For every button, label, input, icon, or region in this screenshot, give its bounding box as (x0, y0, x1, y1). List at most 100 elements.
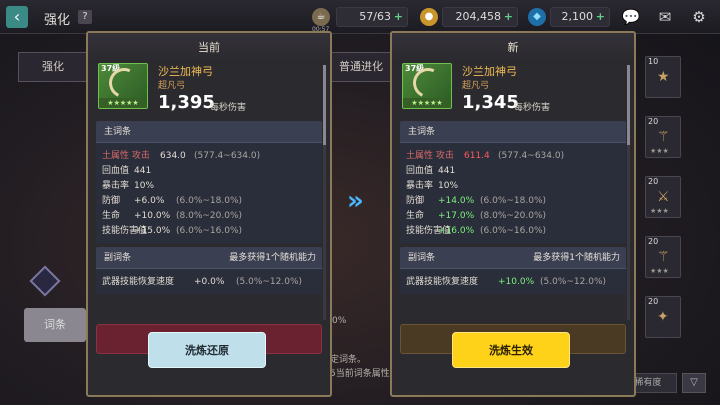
stat-value: 441 (134, 166, 152, 176)
item-dps: 1,395 (158, 92, 215, 113)
add-gem-icon[interactable]: + (596, 8, 605, 26)
sub-stats-section: 副词条 最多获得1个随机能力 武器技能恢复速度 +0.0% (5.0%~12.0%) (96, 247, 322, 294)
inventory-slot[interactable]: 10 ★ (645, 56, 681, 98)
stat-value: +10.0% (134, 211, 171, 221)
item-name: 沙兰加神弓 (158, 65, 213, 78)
current-stats-panel: 当前 37级 ★★★★★ 沙兰加神弓 超凡弓 1,395 每秒伤害 主词条 土属… (86, 31, 332, 397)
stat-range: (577.4~634.0) (498, 151, 565, 161)
stat-value: +10.0% (498, 277, 535, 287)
gold-value: 204,458 (455, 10, 502, 23)
stat-range: (577.4~634.0) (194, 151, 261, 161)
bg-tab-enhance[interactable]: 强化 (18, 52, 88, 82)
inventory-slot[interactable]: 20 ⚚ ★★★ (645, 116, 681, 158)
help-button[interactable]: ? (78, 10, 92, 24)
stat-name: 回血值 (102, 166, 130, 176)
inventory-slot[interactable]: 20 ⚚ ★★★ (645, 236, 681, 278)
stat-value: +14.0% (438, 196, 475, 206)
add-gold-icon[interactable]: + (504, 8, 513, 26)
stat-value: +6.0% (134, 196, 165, 206)
stat-value: +16.0% (438, 226, 475, 236)
apply-button[interactable]: 洗炼生效 (452, 332, 570, 368)
slot-stars: ★★★ (650, 147, 669, 155)
stat-name: 武器技能恢复速度 (102, 277, 175, 287)
scrollbar[interactable] (323, 65, 326, 320)
bow-item-icon: 37级 ★★★★★ (402, 63, 452, 109)
stat-row: 武器技能恢复速度 +10.0% (5.0%~12.0%) (406, 275, 626, 290)
chat-icon[interactable]: 💬 (620, 7, 642, 27)
stat-row: 防御 +6.0% (6.0%~18.0%) (102, 194, 322, 209)
stat-name: 生命 (102, 211, 121, 221)
stats-scroll-area[interactable]: 37级 ★★★★★ 沙兰加神弓 超凡弓 1,345 每秒伤害 主词条 土属性 攻… (400, 63, 626, 321)
slot-stars: ★★★ (650, 207, 669, 215)
stat-row: 回血值 441 (406, 164, 626, 179)
item-icon: ⚚ (657, 249, 670, 265)
stat-range: (5.0%~12.0%) (236, 277, 303, 287)
main-stats-list: 土属性 攻击 611.4 (577.4~634.0) 回血值 441 暴击率 10% 防御 +1… (400, 143, 626, 243)
gem-value: 2,100 (561, 10, 594, 23)
panel-title: 当前 (88, 33, 330, 63)
scrollbar-thumb[interactable] (627, 65, 630, 145)
back-button[interactable]: ‹ (6, 6, 28, 28)
stat-range: (6.0%~16.0%) (480, 226, 547, 236)
item-icon: ✦ (657, 309, 669, 325)
stat-row: 回血值 441 (102, 164, 322, 179)
stat-value: 634.0 (160, 151, 186, 161)
bg-hint-pct: 0% (332, 316, 347, 326)
stat-name: 武器技能恢复速度 (406, 277, 479, 287)
mail-icon[interactable]: ✉ (654, 7, 676, 27)
slot-level: 20 (648, 297, 659, 306)
settings-gear-icon[interactable]: ⚙ (688, 7, 710, 27)
section-title: 副词条 最多获得1个随机能力 (400, 247, 626, 269)
item-dps: 1,345 (462, 92, 519, 113)
stamina-counter[interactable]: 57/63 + (336, 7, 408, 27)
item-name: 沙兰加神弓 (462, 65, 517, 78)
stat-range: (5.0%~12.0%) (540, 277, 607, 287)
stat-name: 土属性 攻击 (102, 151, 150, 161)
stat-value: +15.0% (134, 226, 171, 236)
slot-stars: ★★★ (650, 267, 669, 275)
sub-stats-list: 武器技能恢复速度 +0.0% (5.0%~12.0%) (96, 269, 322, 294)
slot-level: 20 (648, 117, 659, 126)
stat-value: 10% (438, 181, 459, 191)
stamina-value: 57/63 (359, 10, 391, 23)
main-stats-section: 主词条 土属性 攻击 634.0 (577.4~634.0) 回血值 441 暴击率 10%… (96, 121, 322, 243)
stat-range: (6.0%~16.0%) (176, 226, 243, 236)
gem-icon: ◆ (528, 8, 546, 26)
gold-counter[interactable]: 204,458 + (442, 7, 518, 27)
stat-row: 暴击率 10% (102, 179, 322, 194)
inventory-slot[interactable]: 20 ⚔ ★★★ (645, 176, 681, 218)
stat-row: 防御 +14.0% (6.0%~18.0%) (406, 194, 626, 209)
inventory-slot[interactable]: 20 ✦ (645, 296, 681, 338)
stat-name: 暴击率 (406, 181, 434, 191)
stat-name: 土属性 攻击 (406, 151, 454, 161)
add-stamina-icon[interactable]: + (394, 8, 403, 26)
top-bar: ‹ 强化 ? ☕ 57/63 + 00:57 ● 204,458 + ◆ 2,1… (0, 0, 720, 34)
stat-value: +17.0% (438, 211, 475, 221)
main-stats-list: 土属性 攻击 634.0 (577.4~634.0) 回血值 441 暴击率 10% 防御 +6… (96, 143, 322, 243)
bg-tab-evolve[interactable]: 普通进化 (330, 52, 392, 82)
section-title: 主词条 (400, 121, 626, 143)
scrollbar[interactable] (627, 65, 630, 320)
stat-range: (8.0%~20.0%) (480, 211, 547, 221)
stat-row: 暴击率 10% (406, 179, 626, 194)
scrollbar-thumb[interactable] (323, 65, 326, 145)
revert-button[interactable]: 洗炼还原 (148, 332, 266, 368)
section-title: 主词条 (96, 121, 322, 143)
double-chevron-right-icon: » (347, 186, 364, 216)
stat-value: +0.0% (194, 277, 225, 287)
filter-label: 稀有度 (634, 378, 662, 388)
slot-level: 20 (648, 237, 659, 246)
stat-range: (8.0%~20.0%) (176, 211, 243, 221)
stat-name: 暴击率 (102, 181, 130, 191)
stat-row: 生命 +10.0% (8.0%~20.0%) (102, 209, 322, 224)
sub-stats-note: 最多获得1个随机能力 (533, 253, 620, 263)
bg-stat-button[interactable]: 词条 (24, 308, 86, 342)
gem-counter[interactable]: 2,100 + (550, 7, 610, 27)
stats-scroll-area[interactable]: 37级 ★★★★★ 沙兰加神弓 超凡弓 1,395 每秒伤害 主词条 土属性 攻… (96, 63, 322, 321)
star-rating: ★★★★★ (99, 98, 147, 108)
page-title: 强化 (44, 13, 71, 28)
item-grade: 超凡弓 (462, 81, 490, 91)
stat-value: 441 (438, 166, 456, 176)
sort-toggle-icon[interactable]: ▽ (682, 373, 706, 393)
stat-row: 生命 +17.0% (8.0%~20.0%) (406, 209, 626, 224)
